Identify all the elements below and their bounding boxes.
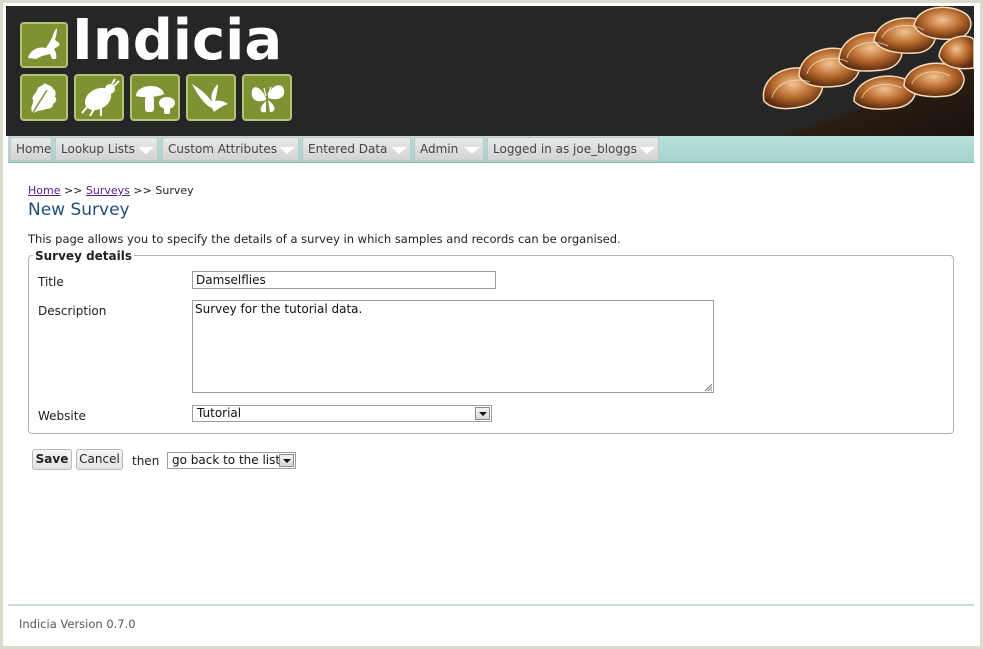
title-label: Title (38, 275, 64, 289)
mushroom-icon (130, 74, 180, 121)
cancel-button[interactable]: Cancel (76, 449, 123, 470)
nav-admin[interactable]: Admin (414, 137, 484, 161)
title-input[interactable]: Damselflies (192, 271, 496, 289)
nav-entered-data-label: Entered Data (308, 142, 388, 156)
butterfly-icon (242, 74, 292, 121)
after-save-select[interactable]: go back to the list (167, 452, 296, 469)
nav-home[interactable]: Home (10, 137, 52, 161)
then-label: then (132, 454, 160, 468)
swallow-icon (186, 74, 236, 121)
breadcrumb-home-link[interactable]: Home (28, 184, 60, 197)
chevron-down-icon (639, 147, 655, 154)
chevron-down-icon[interactable] (475, 407, 490, 420)
website-select-value: Tutorial (197, 406, 242, 420)
page-title: New Survey (28, 200, 130, 220)
page-intro: This page allows you to specify the deta… (28, 232, 621, 246)
chevron-down-icon (279, 147, 295, 154)
nav-custom-attributes[interactable]: Custom Attributes (162, 137, 299, 161)
breadcrumb-separator: >> (63, 184, 83, 197)
save-button[interactable]: Save (32, 449, 72, 470)
main-nav: Home Lookup Lists Custom Attributes Ente… (8, 136, 974, 163)
nav-entered-data[interactable]: Entered Data (302, 137, 411, 161)
site-banner: Indicia (6, 6, 974, 136)
nav-user-menu-label: Logged in as joe_bloggs (493, 142, 637, 156)
beetle-icon (74, 74, 124, 121)
survey-details-fieldset: Survey details Title Damselflies Descrip… (28, 249, 954, 434)
nav-custom-attributes-label: Custom Attributes (168, 142, 278, 156)
after-save-select-value: go back to the list (172, 453, 281, 467)
hare-icon (20, 22, 68, 68)
nav-lookup-lists[interactable]: Lookup Lists (55, 137, 158, 161)
breadcrumb-surveys-link[interactable]: Surveys (86, 184, 130, 197)
chevron-down-icon (464, 147, 480, 154)
website-select[interactable]: Tutorial (192, 405, 492, 422)
chevron-down-icon[interactable] (279, 454, 294, 467)
description-textarea[interactable]: Survey for the tutorial data. (192, 300, 714, 393)
nav-lookup-lists-label: Lookup Lists (61, 142, 136, 156)
resize-grip-icon[interactable] (704, 383, 712, 391)
website-label: Website (38, 409, 86, 423)
nav-user-menu[interactable]: Logged in as joe_bloggs (487, 137, 659, 161)
chevron-down-icon (391, 147, 407, 154)
oak-leaf-icon (20, 74, 68, 121)
nav-home-label: Home (16, 142, 52, 156)
nav-admin-label: Admin (420, 142, 459, 156)
bracket-fungus-image (744, 6, 974, 136)
chevron-down-icon (138, 147, 154, 154)
footer-version: Indicia Version 0.7.0 (19, 617, 136, 631)
logo-text: Indicia (72, 8, 283, 73)
breadcrumb-separator: >> (133, 184, 152, 197)
fieldset-legend: Survey details (33, 249, 134, 263)
description-label: Description (38, 304, 107, 318)
description-text: Survey for the tutorial data. (195, 302, 363, 316)
footer-divider (8, 604, 974, 606)
breadcrumb-current: Survey (155, 184, 194, 197)
breadcrumb: Home >> Surveys >> Survey (28, 184, 194, 197)
